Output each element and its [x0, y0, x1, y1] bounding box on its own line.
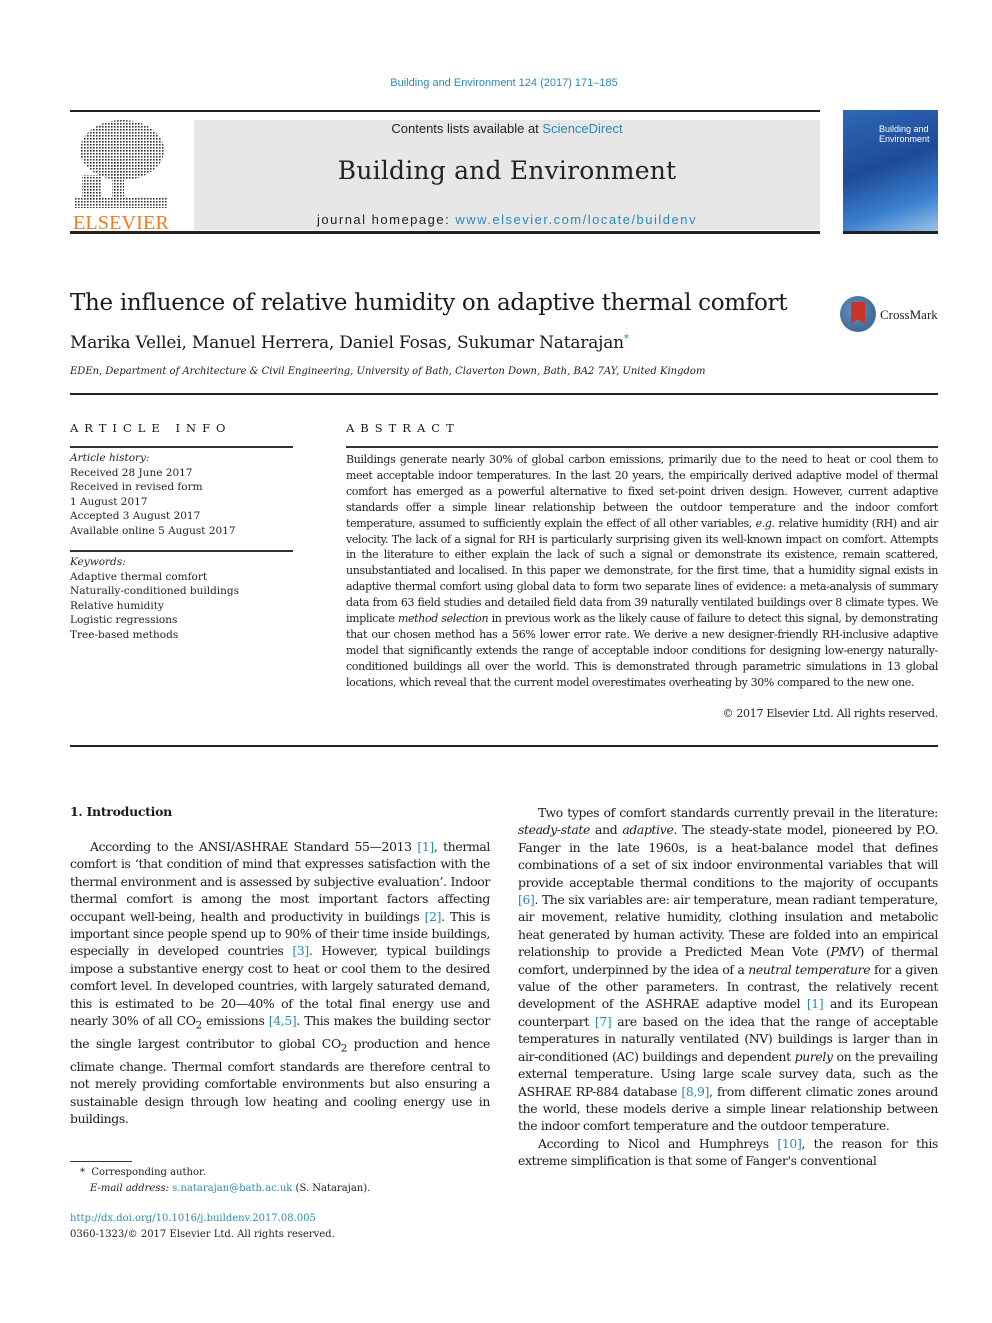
- divider: [346, 446, 938, 448]
- journal-cover-image[interactable]: Building and Environment: [843, 110, 938, 232]
- citation-link[interactable]: [1]: [417, 839, 434, 854]
- history-item: Received 28 June 2017: [70, 466, 193, 479]
- crossmark-label: CrossMark: [880, 307, 938, 322]
- crossmark-icon: [840, 296, 876, 332]
- body-column-right: Two types of comfort standards currently…: [518, 804, 938, 1170]
- divider: [70, 446, 293, 448]
- history-item: Available online 5 August 2017: [70, 524, 236, 537]
- citation-link[interactable]: [7]: [595, 1014, 612, 1029]
- email-label: E-mail address:: [90, 1183, 169, 1194]
- crossmark-button[interactable]: CrossMark: [840, 296, 940, 336]
- section-heading-introduction: 1. Introduction: [70, 804, 172, 819]
- cover-rule: [843, 231, 938, 234]
- banner-rule: [70, 231, 820, 234]
- text: neutral temperature: [748, 961, 871, 977]
- article-title: The influence of relative humidity on ad…: [70, 290, 788, 316]
- keyword-item: Logistic regressions: [70, 614, 178, 626]
- doi-block: http://dx.doi.org/10.1016/j.buildenv.201…: [70, 1211, 335, 1243]
- abstract-segment: method selection: [397, 612, 489, 626]
- homepage-prefix: journal homepage:: [317, 212, 456, 227]
- history-item: Received in revised form: [70, 481, 203, 493]
- citation-link[interactable]: [6]: [518, 892, 535, 907]
- abstract-heading: ABSTRACT: [346, 421, 460, 435]
- citation-link[interactable]: [2]: [425, 909, 442, 924]
- cover-title-line: Environment: [879, 134, 930, 144]
- text: According to the ANSI/ASHRAE Standard 55…: [90, 839, 418, 854]
- footnote-text: Corresponding author.: [91, 1167, 206, 1178]
- corresponding-author-link[interactable]: *: [624, 333, 629, 344]
- doi-link[interactable]: http://dx.doi.org/10.1016/j.buildenv.201…: [70, 1213, 316, 1224]
- citation-link[interactable]: [3]: [292, 943, 309, 958]
- divider: [70, 393, 938, 395]
- keyword-item: Relative humidity: [70, 599, 164, 612]
- footnote-rule: [70, 1161, 132, 1162]
- history-item: 1 August 2017: [70, 495, 148, 508]
- affiliation: EDEn, Department of Architecture & Civil…: [70, 366, 706, 377]
- divider: [70, 550, 293, 552]
- crossmark-ribbon-icon: [851, 302, 865, 324]
- paragraph: According to Nicol and Humphreys [10], t…: [518, 1135, 938, 1170]
- author-list: Marika Vellei, Manuel Herrera, Daniel Fo…: [70, 333, 629, 353]
- citation-link[interactable]: [8,9]: [681, 1084, 709, 1099]
- footnote-line: * Corresponding author.: [80, 1165, 370, 1181]
- journal-reference-link[interactable]: Building and Environment 124 (2017) 171–…: [390, 77, 618, 89]
- elsevier-logo[interactable]: ELSEVIER: [68, 120, 174, 234]
- history-item: Accepted 3 August 2017: [70, 510, 201, 522]
- text: steady-state: [518, 822, 591, 838]
- elsevier-tree-icon: [74, 120, 168, 208]
- keyword-item: Tree-based methods: [70, 628, 179, 641]
- keyword-item: Adaptive thermal comfort: [70, 570, 208, 583]
- paragraph: According to the ANSI/ASHRAE Standard 55…: [70, 838, 490, 1127]
- footnote-mark: *: [80, 1167, 85, 1178]
- email-owner: (S. Natarajan).: [295, 1183, 371, 1194]
- citation-link[interactable]: [10]: [777, 1136, 801, 1151]
- email-link[interactable]: s.natarajan@bath.ac.uk: [172, 1183, 292, 1194]
- abstract-segment: relative humidity (RH) and air velocity.…: [346, 516, 938, 626]
- citation-link[interactable]: [1]: [807, 996, 824, 1011]
- homepage-link[interactable]: www.elsevier.com/locate/buildenv: [455, 212, 697, 227]
- paragraph: Two types of comfort standards currently…: [518, 804, 938, 1135]
- issn-copyright: 0360-1323/© 2017 Elsevier Ltd. All right…: [70, 1229, 335, 1240]
- text: adaptive: [622, 822, 674, 838]
- article-info-heading: ARTICLE INFO: [70, 421, 232, 435]
- citation-link[interactable]: [4,5]: [269, 1013, 297, 1028]
- header-rule: [70, 110, 820, 112]
- text: Two types of comfort standards currently…: [538, 805, 938, 820]
- abstract-copyright: © 2017 Elsevier Ltd. All rights reserved…: [722, 707, 938, 720]
- abstract-segment: e.g.: [755, 516, 776, 530]
- cover-title: Building and Environment: [879, 124, 930, 144]
- keyword-item: Naturally-conditioned buildings: [70, 585, 240, 597]
- text: According to Nicol and Humphreys: [538, 1135, 778, 1151]
- footnote-line: E-mail address: s.natarajan@bath.ac.uk (…: [80, 1181, 370, 1197]
- homepage-line: journal homepage: www.elsevier.com/locat…: [194, 212, 820, 227]
- keywords: Keywords: Adaptive thermal comfort Natur…: [70, 555, 239, 642]
- body-column-left: According to the ANSI/ASHRAE Standard 55…: [70, 838, 490, 1127]
- footnote: * Corresponding author. E-mail address: …: [80, 1165, 370, 1197]
- text: PMV: [830, 944, 860, 960]
- authors-text: Marika Vellei, Manuel Herrera, Daniel Fo…: [70, 333, 624, 353]
- journal-name: Building and Environment: [337, 156, 677, 185]
- contents-prefix: Contents lists available at: [391, 121, 543, 136]
- journal-reference[interactable]: Building and Environment 124 (2017) 171–…: [0, 77, 992, 89]
- journal-banner: Contents lists available at ScienceDirec…: [194, 120, 820, 230]
- cover-title-line: Building and: [879, 124, 929, 134]
- text: and: [590, 822, 623, 838]
- divider: [70, 745, 938, 747]
- keywords-label: Keywords:: [70, 556, 126, 568]
- text: purely: [794, 1048, 833, 1064]
- contents-line: Contents lists available at ScienceDirec…: [194, 121, 820, 136]
- article-history: Article history: Received 28 June 2017 R…: [70, 451, 236, 538]
- article-history-label: Article history:: [70, 452, 150, 464]
- sciencedirect-link[interactable]: ScienceDirect: [542, 121, 622, 136]
- text: emissions: [201, 1013, 269, 1029]
- abstract-text: Buildings generate nearly 30% of global …: [346, 452, 938, 691]
